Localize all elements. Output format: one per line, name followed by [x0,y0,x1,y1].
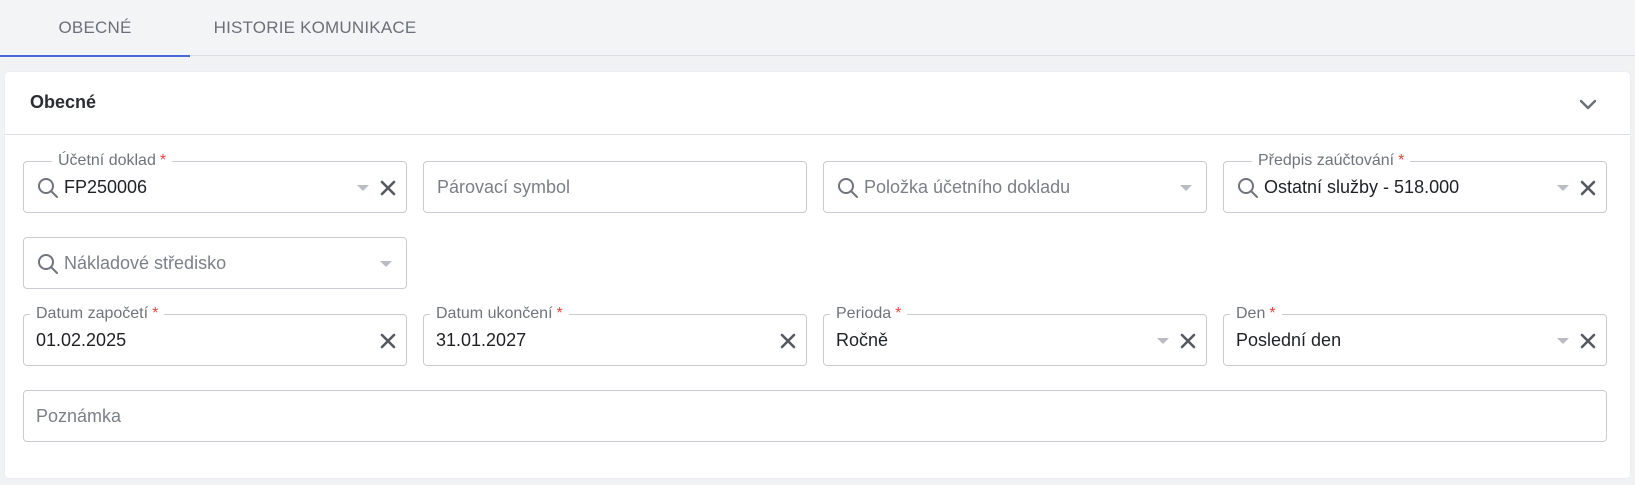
datum-ukonceni-value: 31.01.2027 [436,330,527,350]
dropdown-arrow-icon[interactable] [1157,338,1169,344]
general-section-card: Obecné Účetní doklad * FP250006 Párovací … [5,72,1630,478]
chevron-down-icon[interactable] [1576,92,1600,116]
datum-ukonceni-label: Datum ukončení * [430,304,569,324]
clear-icon[interactable] [378,178,398,198]
poznamka-placeholder: Poznámka [36,406,122,426]
tab-obecne[interactable]: OBECNÉ [0,0,190,57]
predpis-label: Předpis zaúčtování * [1252,151,1411,171]
den-field[interactable]: Den * Poslední den [1223,304,1607,366]
predpis-value: Ostatní služby - 518.000 [1264,177,1460,197]
dropdown-arrow-icon[interactable] [357,185,369,191]
den-value: Poslední den [1236,330,1342,350]
den-label: Den * [1230,304,1282,324]
datum-zapoceti-value: 01.02.2025 [36,330,127,350]
poznamka-field[interactable]: Poznámka [23,390,1607,442]
dropdown-arrow-icon[interactable] [1180,185,1192,191]
perioda-label: Perioda * [830,304,908,324]
polozka-placeholder: Položka účetního dokladu [864,177,1071,197]
ucetni-doklad-value: FP250006 [64,177,148,197]
tab-bar: OBECNÉ HISTORIE KOMUNIKACE [0,0,1635,57]
nakladove-stredisko-field[interactable]: Nákladové středisko [23,237,407,289]
parovaci-symbol-placeholder: Párovací symbol [437,177,571,197]
datum-ukonceni-field[interactable]: Datum ukončení * 31.01.2027 [423,304,807,366]
predpis-field[interactable]: Předpis zaúčtování * Ostatní služby - 518… [1223,151,1607,213]
clear-icon[interactable] [1578,331,1598,351]
clear-icon[interactable] [378,331,398,351]
perioda-value: Ročně [836,330,889,350]
ucetni-doklad-field[interactable]: Účetní doklad * FP250006 [23,151,407,213]
clear-icon[interactable] [778,331,798,351]
search-icon [1238,178,1258,198]
clear-icon[interactable] [1578,178,1598,198]
search-icon [38,254,58,274]
section-title: Obecné [30,92,97,112]
datum-zapoceti-field[interactable]: Datum započetí * 01.02.2025 [23,304,407,366]
section-header[interactable]: Obecné [5,72,1630,135]
tab-historie-komunikace[interactable]: HISTORIE KOMUNIKACE [190,0,440,56]
dropdown-arrow-icon[interactable] [1557,338,1569,344]
clear-icon[interactable] [1178,331,1198,351]
polozka-field[interactable]: Položka účetního dokladu [823,161,1207,213]
dropdown-arrow-icon[interactable] [1557,185,1569,191]
nakladove-stredisko-placeholder: Nákladové středisko [64,253,227,273]
search-icon [38,178,58,198]
parovaci-symbol-field[interactable]: Párovací symbol [423,161,807,213]
search-icon [838,178,858,198]
dropdown-arrow-icon[interactable] [380,261,392,267]
ucetni-doklad-label: Účetní doklad * [52,151,173,171]
perioda-field[interactable]: Perioda * Ročně [823,304,1207,366]
datum-zapoceti-label: Datum započetí * [30,304,165,324]
